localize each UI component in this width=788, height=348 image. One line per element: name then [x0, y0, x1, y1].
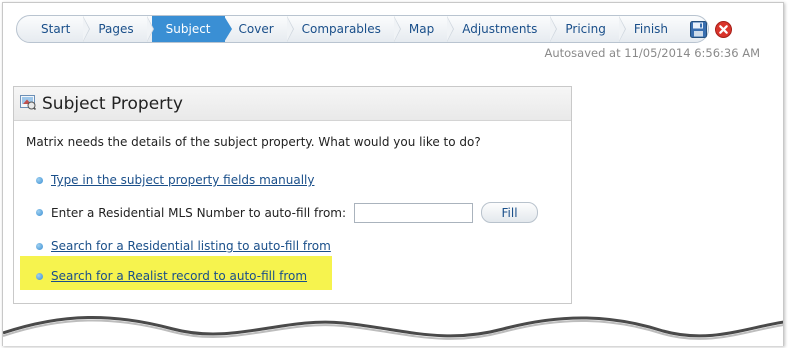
option-manual: Type in the subject property fields manu… [36, 173, 314, 187]
panel-intro-text: Matrix needs the details of the subject … [26, 135, 481, 149]
mls-number-input[interactable] [354, 202, 474, 223]
bullet-icon [36, 272, 43, 280]
bullet-icon [36, 176, 43, 184]
panel-header: Subject Property [14, 87, 571, 121]
close-icon[interactable] [715, 20, 733, 38]
wizard-step-adjustments[interactable]: Adjustments [448, 16, 558, 42]
mls-number-label: Enter a Residential MLS Number to auto-f… [51, 205, 347, 220]
torn-edge [3, 316, 783, 346]
wizard-step-pricing[interactable]: Pricing [551, 16, 627, 42]
page-title: Subject Property [42, 93, 183, 114]
option-realist-search: Search for a Realist record to auto-fill… [36, 269, 307, 283]
wizard-step-map[interactable]: Map [395, 16, 455, 42]
option-residential-search: Search for a Residential listing to auto… [36, 239, 331, 253]
wizard-step-pages[interactable]: Pages [84, 16, 154, 42]
wizard-step-finish[interactable]: Finish [620, 16, 682, 42]
bullet-icon [36, 209, 43, 216]
wizard-step-start[interactable]: Start [27, 16, 91, 42]
option-mls: Enter a Residential MLS Number to auto-f… [36, 202, 539, 223]
manual-entry-link[interactable]: Type in the subject property fields manu… [51, 173, 314, 187]
autosave-status: Autosaved at 11/05/2014 6:56:36 AM [544, 46, 760, 60]
realist-search-link[interactable]: Search for a Realist record to auto-fill… [51, 269, 307, 283]
wizard-step-comparables[interactable]: Comparables [288, 16, 402, 42]
bullet-icon [36, 242, 43, 250]
fill-button[interactable]: Fill [481, 202, 539, 223]
wizard-breadcrumb: Start Pages Subject Cover Comparables Ma… [16, 15, 733, 43]
save-icon[interactable] [690, 20, 708, 38]
wizard-step-subject[interactable]: Subject [151, 16, 232, 42]
residential-search-link[interactable]: Search for a Residential listing to auto… [51, 239, 331, 253]
wizard-step-cover[interactable]: Cover [225, 16, 294, 42]
screenshot-frame: Start Pages Subject Cover Comparables Ma… [2, 2, 784, 346]
subject-property-icon [20, 94, 37, 114]
